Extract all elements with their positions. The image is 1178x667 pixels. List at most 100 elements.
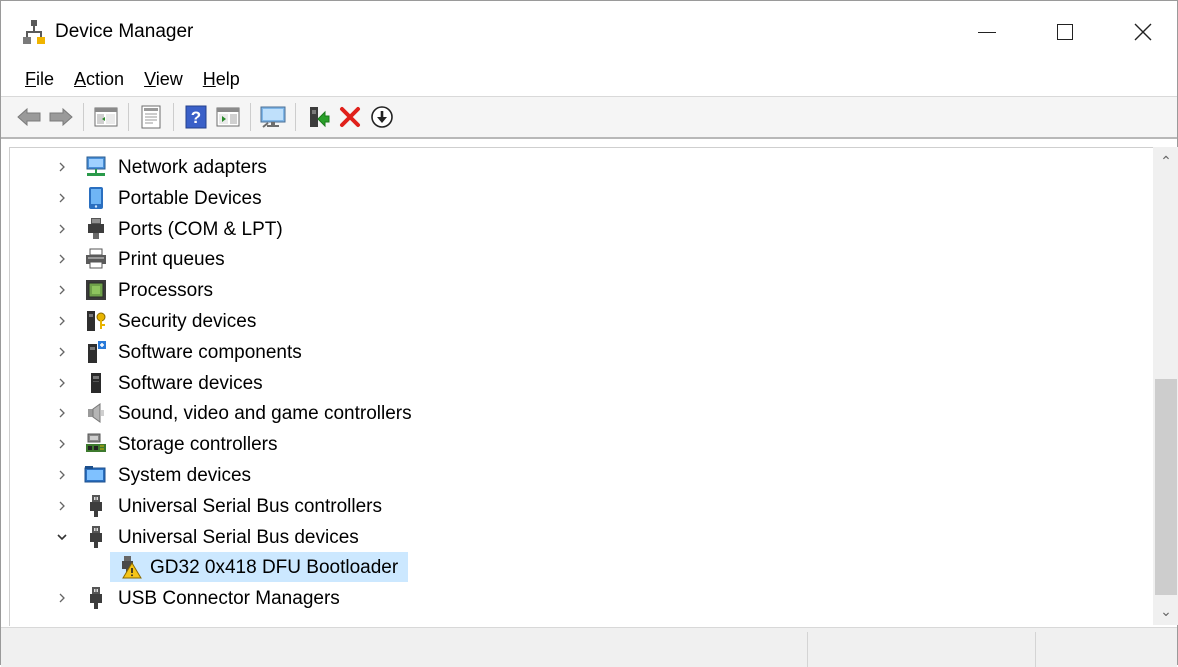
chevron-right-icon[interactable] bbox=[54, 497, 70, 515]
menu-action-label: Action bbox=[74, 69, 125, 89]
status-pane bbox=[807, 632, 1036, 667]
help-button[interactable]: ? bbox=[180, 101, 212, 133]
tree-category-item[interactable]: Processors bbox=[10, 275, 1154, 305]
chevron-right-icon[interactable] bbox=[54, 189, 70, 207]
menu-bar: File Action View Help bbox=[1, 63, 1177, 97]
run-button[interactable] bbox=[212, 101, 244, 133]
tree-category-item[interactable]: Sound, video and game controllers bbox=[10, 398, 1154, 428]
tree-category-item[interactable]: System devices bbox=[10, 460, 1154, 490]
storage-controller-icon bbox=[86, 433, 106, 453]
software-device-icon bbox=[91, 372, 101, 393]
toolbar-separator bbox=[173, 103, 174, 131]
tree-item-label: Portable Devices bbox=[118, 187, 262, 209]
chevron-right-icon[interactable] bbox=[54, 435, 70, 453]
menu-file-label: File bbox=[25, 69, 55, 89]
tree-item-label: Universal Serial Bus devices bbox=[118, 526, 359, 548]
show-hide-console-tree-button[interactable] bbox=[90, 101, 122, 133]
show-hide-console-tree-icon bbox=[94, 107, 118, 127]
uninstall-icon bbox=[340, 107, 360, 127]
status-pane bbox=[1035, 632, 1178, 667]
uninstall-device-button[interactable] bbox=[334, 101, 366, 133]
minimize-button[interactable] bbox=[947, 1, 1027, 63]
properties-button[interactable] bbox=[135, 101, 167, 133]
device-manager-app-icon bbox=[23, 20, 45, 44]
system-device-icon bbox=[84, 466, 106, 483]
menu-action[interactable]: Action bbox=[64, 69, 134, 90]
tree-category-item[interactable]: Ports (COM & LPT) bbox=[10, 214, 1154, 244]
chevron-right-icon[interactable] bbox=[54, 589, 70, 607]
software-component-icon bbox=[88, 340, 106, 363]
tree-item-label: USB Connector Managers bbox=[118, 588, 340, 610]
update-driver-icon bbox=[310, 107, 330, 128]
chevron-down-icon[interactable] bbox=[54, 528, 70, 546]
processor-icon bbox=[86, 280, 106, 301]
back-icon bbox=[17, 107, 41, 127]
scrollbar-thumb[interactable] bbox=[1155, 379, 1177, 595]
chevron-right-icon[interactable] bbox=[54, 220, 70, 238]
tree-item-label: Print queues bbox=[118, 249, 225, 271]
tree-item-label: Software components bbox=[118, 341, 302, 363]
menu-view-label: View bbox=[144, 69, 183, 89]
device-tree[interactable]: Network adapters Portable Devices Ports (C… bbox=[9, 147, 1154, 626]
update-driver-button[interactable] bbox=[302, 101, 334, 133]
tree-category-item[interactable]: Portable Devices bbox=[10, 183, 1154, 213]
status-bar bbox=[1, 627, 1177, 667]
scan-hardware-icon bbox=[260, 106, 286, 128]
tree-category-item[interactable]: Software components bbox=[10, 337, 1154, 367]
warning-device-icon bbox=[122, 556, 142, 579]
tree-category-item[interactable]: Storage controllers bbox=[10, 429, 1154, 459]
chevron-right-icon[interactable] bbox=[54, 158, 70, 176]
chevron-right-icon[interactable] bbox=[54, 466, 70, 484]
maximize-button[interactable] bbox=[1025, 1, 1105, 63]
chevron-right-icon[interactable] bbox=[54, 404, 70, 422]
scroll-up-button[interactable]: ⌃ bbox=[1153, 147, 1178, 175]
toolbar-separator bbox=[128, 103, 129, 131]
port-icon bbox=[88, 217, 104, 239]
tree-item-label: Software devices bbox=[118, 372, 263, 394]
menu-help[interactable]: Help bbox=[193, 69, 250, 90]
chevron-right-icon[interactable] bbox=[54, 374, 70, 392]
chevron-right-icon[interactable] bbox=[54, 312, 70, 330]
disable-device-button[interactable] bbox=[366, 101, 398, 133]
tree-item-label: Universal Serial Bus controllers bbox=[118, 495, 382, 517]
title-bar: Device Manager bbox=[1, 1, 1177, 63]
usb-plug-icon bbox=[90, 587, 102, 610]
tree-category-item[interactable]: Software devices bbox=[10, 368, 1154, 398]
tree-category-item[interactable]: Universal Serial Bus devices bbox=[10, 522, 1154, 552]
vertical-scrollbar[interactable]: ⌃ ⌄ bbox=[1153, 147, 1178, 625]
tree-category-item[interactable]: Security devices bbox=[10, 306, 1154, 336]
tree-category-item[interactable]: USB Connector Managers bbox=[10, 583, 1154, 613]
run-icon bbox=[216, 107, 240, 127]
close-button[interactable] bbox=[1103, 1, 1178, 63]
scroll-down-button[interactable]: ⌄ bbox=[1153, 597, 1178, 625]
chevron-right-icon[interactable] bbox=[54, 343, 70, 361]
window-title: Device Manager bbox=[55, 21, 194, 42]
chevron-down-icon: ⌄ bbox=[1160, 602, 1172, 619]
printer-icon bbox=[86, 248, 106, 269]
svg-text:?: ? bbox=[191, 108, 201, 127]
chevron-right-icon[interactable] bbox=[54, 250, 70, 268]
menu-help-label: Help bbox=[202, 69, 240, 89]
disable-device-icon bbox=[371, 106, 393, 128]
properties-icon bbox=[141, 105, 161, 129]
close-icon bbox=[1134, 23, 1152, 41]
toolbar-separator bbox=[83, 103, 84, 131]
tree-item-label: Security devices bbox=[118, 311, 257, 332]
forward-button[interactable] bbox=[45, 101, 77, 133]
usb-plug-icon bbox=[90, 525, 102, 548]
tree-category-item[interactable]: Print queues bbox=[10, 244, 1154, 274]
tree-category-item[interactable]: Network adapters bbox=[10, 152, 1154, 182]
chevron-right-icon[interactable] bbox=[54, 281, 70, 299]
minimize-icon bbox=[978, 31, 996, 33]
menu-view[interactable]: View bbox=[134, 69, 193, 90]
tree-device-item[interactable]: GD32 0x418 DFU Bootloader bbox=[10, 552, 1154, 583]
tree-item-label: Ports (COM & LPT) bbox=[118, 218, 283, 240]
scan-hardware-button[interactable] bbox=[257, 101, 289, 133]
menu-file[interactable]: File bbox=[15, 69, 64, 90]
forward-icon bbox=[49, 107, 73, 127]
network-adapter-icon bbox=[86, 156, 106, 176]
tree-item-label: Processors bbox=[118, 280, 214, 302]
back-button[interactable] bbox=[13, 101, 45, 133]
tree-category-item[interactable]: Universal Serial Bus controllers bbox=[10, 491, 1154, 521]
tree-item-label: GD32 0x418 DFU Bootloader bbox=[150, 557, 399, 579]
